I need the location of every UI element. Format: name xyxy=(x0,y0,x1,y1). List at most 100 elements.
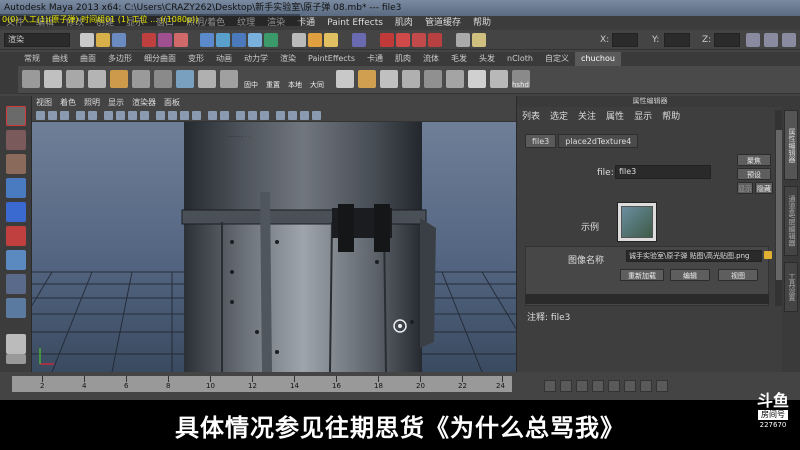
snap-point-icon[interactable] xyxy=(232,33,246,47)
vp-wire-on-shaded-icon[interactable] xyxy=(180,111,189,120)
ae-menu-help[interactable]: 帮助 xyxy=(657,110,685,124)
snap-grid-icon[interactable] xyxy=(200,33,214,47)
menu-paint-effects[interactable]: Paint Effects xyxy=(321,16,389,30)
ipr-render-icon[interactable] xyxy=(308,33,322,47)
move-tool-icon[interactable] xyxy=(6,178,26,198)
shelf-tab-toon[interactable]: 卡通 xyxy=(361,52,389,66)
select-hierarchy-icon[interactable] xyxy=(142,33,156,47)
select-component-icon[interactable] xyxy=(174,33,188,47)
z-field[interactable] xyxy=(714,33,740,47)
vp-textured-icon[interactable] xyxy=(192,111,201,120)
vp-xray-icon[interactable] xyxy=(300,111,309,120)
shelf-tab-custom[interactable]: 自定义 xyxy=(539,52,575,66)
image-name-field[interactable]: 诚手实验室\原子弹 贴图\高光贴图.png xyxy=(626,250,762,262)
viewport-menu-panels[interactable]: 面板 xyxy=(160,96,184,109)
render-frame-icon[interactable] xyxy=(292,33,306,47)
step-forward-frame-icon[interactable] xyxy=(624,380,636,392)
view-button[interactable]: 视图 xyxy=(718,269,758,281)
go-to-end-icon[interactable] xyxy=(656,380,668,392)
magnet-icon-4[interactable] xyxy=(428,33,442,47)
snap-surface-icon[interactable] xyxy=(248,33,262,47)
shelf-tab-animation[interactable]: 动画 xyxy=(210,52,238,66)
render-settings-icon[interactable] xyxy=(324,33,338,47)
last-tool-icon[interactable] xyxy=(6,298,26,318)
light-icon[interactable] xyxy=(472,33,486,47)
shelf-tool-icon-12[interactable] xyxy=(358,70,376,88)
ae-menu-selected[interactable]: 选定 xyxy=(545,110,573,124)
new-scene-icon[interactable] xyxy=(80,33,94,47)
paint-select-icon[interactable] xyxy=(6,154,26,174)
shelf-tab-ncloth[interactable]: nCloth xyxy=(501,52,539,66)
vp-smooth-shade-icon[interactable] xyxy=(168,111,177,120)
viewport-menu-shading[interactable]: 着色 xyxy=(56,96,80,109)
shelf-tab-rendering[interactable]: 渲染 xyxy=(274,52,302,66)
attribute-editor-hscrollbar[interactable] xyxy=(525,294,769,304)
step-back-key-icon[interactable] xyxy=(560,380,572,392)
x-field[interactable] xyxy=(612,33,638,47)
texture-sample-swatch[interactable] xyxy=(617,202,657,242)
vtab-attribute-editor[interactable]: 属性编辑器 xyxy=(784,110,798,180)
vp-xray-joints-icon[interactable] xyxy=(312,111,321,120)
shelf-tab-surfaces[interactable]: 曲面 xyxy=(74,52,102,66)
shelf-tool-icon-8[interactable] xyxy=(176,70,194,88)
file-node-name-field[interactable]: file3 xyxy=(615,165,711,179)
shelf-tool-icon-13[interactable] xyxy=(380,70,398,88)
tool-settings-toggle-icon[interactable] xyxy=(782,33,796,47)
vp-film-gate-icon[interactable] xyxy=(116,111,125,120)
save-scene-icon[interactable] xyxy=(112,33,126,47)
shelf-tool-icon-10[interactable] xyxy=(220,70,238,88)
vp-lights-icon[interactable] xyxy=(208,111,217,120)
vp-lock-icon[interactable] xyxy=(48,111,57,120)
focus-button[interactable]: 聚焦 xyxy=(737,154,771,166)
edit-button[interactable]: 编辑 xyxy=(670,269,710,281)
reload-button[interactable]: 重新加载 xyxy=(620,269,664,281)
open-scene-icon[interactable] xyxy=(96,33,110,47)
shelf-tool-icon-9[interactable] xyxy=(198,70,216,88)
attribute-editor-toggle-icon[interactable] xyxy=(764,33,778,47)
viewport-menu-view[interactable]: 视图 xyxy=(32,96,56,109)
go-to-start-icon[interactable] xyxy=(544,380,556,392)
vp-wireframe-icon[interactable] xyxy=(156,111,165,120)
shelf-tool-icon-16[interactable] xyxy=(446,70,464,88)
shelf-tab-painteffects[interactable]: PaintEffects xyxy=(302,52,361,66)
shelf-tab-subdivs[interactable]: 细分曲面 xyxy=(138,52,182,66)
viewport-menu-show[interactable]: 显示 xyxy=(104,96,128,109)
shelf-tool-icon-7[interactable] xyxy=(154,70,172,88)
vtab-tool-settings[interactable]: 工具设置 xyxy=(784,262,798,312)
vp-motion-blur-icon[interactable] xyxy=(248,111,257,120)
viewport-menu-renderer[interactable]: 渲染器 xyxy=(128,96,160,109)
shelf-tool-icon-2[interactable] xyxy=(44,70,62,88)
vp-image-plane-icon[interactable] xyxy=(76,111,85,120)
vp-antialias-icon[interactable] xyxy=(260,111,269,120)
layout-quick-icon[interactable] xyxy=(6,354,26,364)
ae-menu-show[interactable]: 显示 xyxy=(629,110,657,124)
step-forward-key-icon[interactable] xyxy=(640,380,652,392)
vp-isolate-icon[interactable] xyxy=(288,111,297,120)
magnet-icon-2[interactable] xyxy=(396,33,410,47)
shelf-tab-general[interactable]: 常规 xyxy=(18,52,46,66)
vtab-channel-box[interactable]: 通道盒/层编辑器 xyxy=(784,186,798,256)
viewport-menu-lighting[interactable]: 照明 xyxy=(80,96,104,109)
magnet-icon-3[interactable] xyxy=(412,33,426,47)
magnet-icon[interactable] xyxy=(380,33,394,47)
shelf-tool-icon-4[interactable] xyxy=(88,70,106,88)
y-field[interactable] xyxy=(664,33,690,47)
play-forwards-icon[interactable] xyxy=(608,380,620,392)
shelf-tab-dynamics[interactable]: 动力学 xyxy=(238,52,274,66)
folder-browse-icon[interactable] xyxy=(764,251,772,259)
ae-menu-list[interactable]: 列表 xyxy=(517,110,545,124)
shelf-tab-curves[interactable]: 曲线 xyxy=(46,52,74,66)
camera-icon[interactable] xyxy=(456,33,470,47)
menu-muscle[interactable]: 肌肉 xyxy=(389,16,419,30)
shelf-tool-icon-15[interactable] xyxy=(424,70,442,88)
show-button[interactable]: 显示 xyxy=(737,182,753,194)
vp-grid-icon[interactable] xyxy=(104,111,113,120)
select-object-icon[interactable] xyxy=(158,33,172,47)
menu-set-select[interactable]: 渲染 xyxy=(4,33,70,47)
vp-bookmark-icon[interactable] xyxy=(60,111,69,120)
layout-single-icon[interactable] xyxy=(6,334,26,354)
time-ruler[interactable]: 2 4 6 8 10 12 14 16 18 20 22 24 xyxy=(12,376,512,392)
shelf-tool-icon-3[interactable] xyxy=(66,70,84,88)
shelf-tool-icon-6[interactable] xyxy=(132,70,150,88)
input-line-icon[interactable] xyxy=(352,33,366,47)
